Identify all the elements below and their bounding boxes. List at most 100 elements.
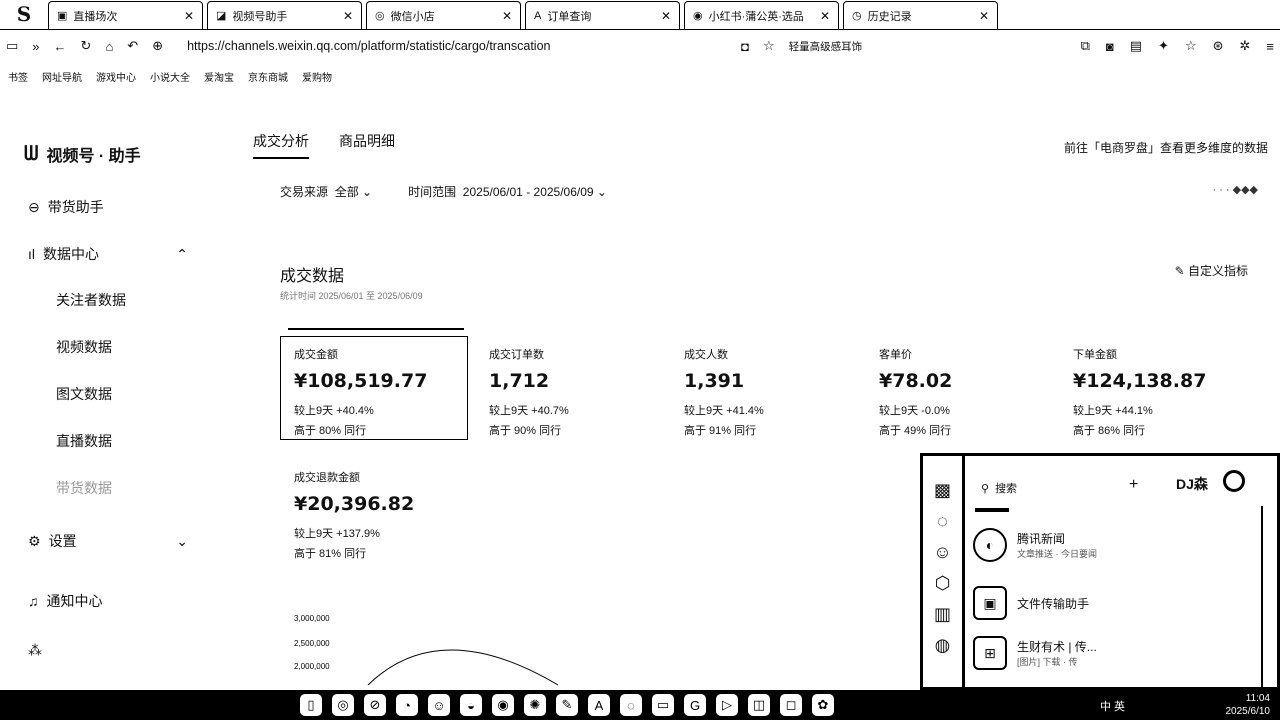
scrollbar[interactable] (1261, 506, 1277, 691)
url-field[interactable]: https://channels.weixin.qq.com/platform/… (187, 39, 727, 53)
sidebar-item-video-data[interactable]: 视频数据 (56, 337, 112, 357)
app-icon[interactable]: ✺ (524, 694, 546, 716)
shield-icon[interactable]: ◘ (741, 39, 749, 54)
close-icon[interactable]: ✕ (820, 9, 830, 23)
chat-search[interactable]: ⚲ 搜索 (981, 480, 1017, 496)
close-icon[interactable]: ✕ (502, 9, 512, 23)
close-icon[interactable]: ✕ (661, 9, 671, 23)
sidebar-item-notifications[interactable]: ♫ 通知中心 (28, 591, 103, 611)
metric-card-buyers[interactable]: 成交人数 1,391 较上9天 +41.4% 高于 91% 同行 (684, 346, 864, 438)
close-icon[interactable]: ✕ (184, 9, 194, 23)
metric-card-orders[interactable]: 成交订单数 1,712 较上9天 +40.7% 高于 90% 同行 (489, 346, 669, 438)
double-chevron-icon[interactable]: » (32, 39, 39, 54)
app-icon[interactable]: ▭ (652, 694, 674, 716)
app-icon[interactable]: ◉ (492, 694, 514, 716)
folder-icon[interactable]: ▤ (1130, 38, 1142, 54)
app-logo[interactable]: ᗯ 视频号 · 助手 (24, 142, 141, 166)
app-icon[interactable]: ⊘ (364, 694, 386, 716)
metric-card-gmv[interactable]: 成交金额 ¥108,519.77 较上9天 +40.4% 高于 80% 同行 (294, 346, 474, 438)
tab-xiaohongshu[interactable]: ◉ 小红书·蒲公英·选品 ✕ (684, 1, 839, 29)
chevron-up-icon: ⌃ (176, 245, 188, 262)
app-icon[interactable]: ◻ (780, 694, 802, 716)
status-icon[interactable] (1223, 470, 1245, 492)
chat-icon[interactable]: ◌ (937, 511, 948, 532)
screenshot-icon[interactable]: ◙ (1106, 39, 1114, 54)
bookmark-item[interactable]: 爱购物 (302, 69, 332, 84)
search-suggestion[interactable]: 轻量高级感耳饰 (789, 39, 863, 54)
tab-live-sessions[interactable]: ▣ 直播场次 ✕ (48, 1, 203, 29)
wechat-icon[interactable]: ◌ (620, 694, 642, 716)
sidebar-item-sales-data[interactable]: 带货数据 (56, 478, 112, 498)
metric-card-avg-price[interactable]: 客单价 ¥78.02 较上9天 -0.0% 高于 49% 同行 (879, 346, 1059, 438)
sidebar-item-sales-assistant[interactable]: ⊖ 带货助手 (28, 197, 104, 217)
sidebar-item-live-data[interactable]: 直播数据 (56, 431, 112, 451)
star-icon[interactable]: ☆ (763, 38, 775, 54)
metric-label: 成交退款金额 (294, 472, 360, 484)
puzzle-icon[interactable]: ✦ (1158, 38, 1169, 54)
metric-compare: 较上9天 -0.0% (879, 405, 950, 417)
app-icon[interactable]: ◎ (332, 694, 354, 716)
bookmark-item[interactable]: 小说大全 (150, 69, 190, 84)
time-range-filter[interactable]: 时间范围 2025/06/01 - 2025/06/09 ⌄ (408, 183, 607, 200)
tab-channels-assistant[interactable]: ◪ 视频号助手 ✕ (207, 1, 362, 29)
back-icon[interactable]: ← (54, 39, 67, 54)
app-icon[interactable]: G (684, 694, 706, 716)
close-icon[interactable]: ✕ (979, 9, 989, 23)
bookmark-item[interactable]: 游戏中心 (96, 69, 136, 84)
extension-icon[interactable]: ⧉ (1081, 38, 1090, 54)
compass-link[interactable]: 前往「电商罗盘」查看更多维度的数据 (1064, 139, 1268, 156)
sidebar-collapse-icon[interactable]: ⁂ (28, 642, 42, 659)
app-icon[interactable]: ✿ (812, 694, 834, 716)
custom-metrics-button[interactable]: ✎ 自定义指标 (1175, 262, 1248, 279)
app-icon[interactable]: ◔ (396, 694, 418, 716)
avatar-icon[interactable]: ▩ (934, 480, 951, 501)
sidebar-toggle-icon[interactable]: ▭ (6, 38, 18, 54)
bookmark-item[interactable]: 爱淘宝 (204, 69, 234, 84)
clock[interactable]: 11:04 2025/6/10 (1226, 692, 1271, 718)
chat-item[interactable]: ◐ 腾讯新闻 文章推送 · 今日要闻 (973, 528, 1097, 562)
reload-icon[interactable]: ↻ (81, 38, 92, 54)
tab-history[interactable]: ◷ 历史记录 ✕ (843, 1, 998, 29)
bookmark-item[interactable]: 网址导航 (42, 69, 82, 84)
favorites-icon[interactable]: ☆ (1185, 38, 1197, 54)
app-icon[interactable]: ▷ (716, 694, 738, 716)
app-icon[interactable]: ✎ (556, 694, 578, 716)
app-icon[interactable]: A (588, 694, 610, 716)
metric-peer: 高于 91% 同行 (684, 425, 757, 437)
download-icon[interactable]: ⊛ (1213, 38, 1224, 54)
metric-card-refund[interactable]: 成交退款金额 ¥20,396.82 较上9天 +137.9% 高于 81% 同行 (294, 469, 474, 561)
tab-product-details[interactable]: 商品明细 (339, 131, 395, 159)
input-method-indicator[interactable]: 中 英 (1100, 698, 1125, 714)
favorites-icon[interactable]: ⬡ (935, 573, 951, 594)
screen: { "browser": { "tabs": [ {"title": "直播场次… (0, 0, 1280, 720)
sidebar-item-settings[interactable]: ⚙ 设置 ⌄ (28, 531, 188, 551)
more-options-icon[interactable]: · · · ◆◆◆ (1212, 183, 1258, 196)
sidebar-item-follower-data[interactable]: 关注者数据 (56, 290, 126, 310)
add-icon[interactable]: + (1129, 476, 1138, 494)
sidebar-item-data-center[interactable]: ıl 数据中心 ⌃ (28, 244, 188, 264)
folder-icon[interactable]: ▥ (934, 604, 951, 625)
section-title: 成交数据 (280, 268, 345, 285)
bookmark-item[interactable]: 京东商城 (248, 69, 288, 84)
chat-item[interactable]: ⊞ 生财有术 | 传... [图片] 下载 · 传 (973, 636, 1097, 670)
browser-logo-icon[interactable]: S (0, 0, 48, 29)
tab-order-query[interactable]: A 订单查询 ✕ (525, 1, 680, 29)
undo-icon[interactable]: ↶ (127, 38, 138, 54)
sidebar-item-post-data[interactable]: 图文数据 (56, 384, 112, 404)
app-icon[interactable]: ◒ (460, 694, 482, 716)
settings-icon[interactable]: ✲ (1240, 38, 1251, 54)
menu-icon[interactable]: ≡ (1266, 39, 1274, 54)
chat-item[interactable]: ▣ 文件传输助手 (973, 586, 1089, 620)
contacts-icon[interactable]: ☺ (933, 542, 951, 563)
moments-icon[interactable]: ◍ (935, 635, 951, 656)
home-icon[interactable]: ⌂ (105, 39, 113, 54)
app-icon[interactable]: ☺ (428, 694, 450, 716)
bookmark-item[interactable]: 书签 (8, 69, 28, 84)
close-icon[interactable]: ✕ (343, 9, 353, 23)
tab-sales-analysis[interactable]: 成交分析 (253, 131, 309, 159)
app-icon[interactable]: ▯ (300, 694, 322, 716)
app-icon[interactable]: ◫ (748, 694, 770, 716)
tab-wechat-store[interactable]: ◎ 微信小店 ✕ (366, 1, 521, 29)
metric-card-order-amount[interactable]: 下单金额 ¥124,138.87 较上9天 +44.1% 高于 86% 同行 (1073, 346, 1253, 438)
source-filter[interactable]: 交易来源 全部 ⌄ (280, 183, 372, 200)
